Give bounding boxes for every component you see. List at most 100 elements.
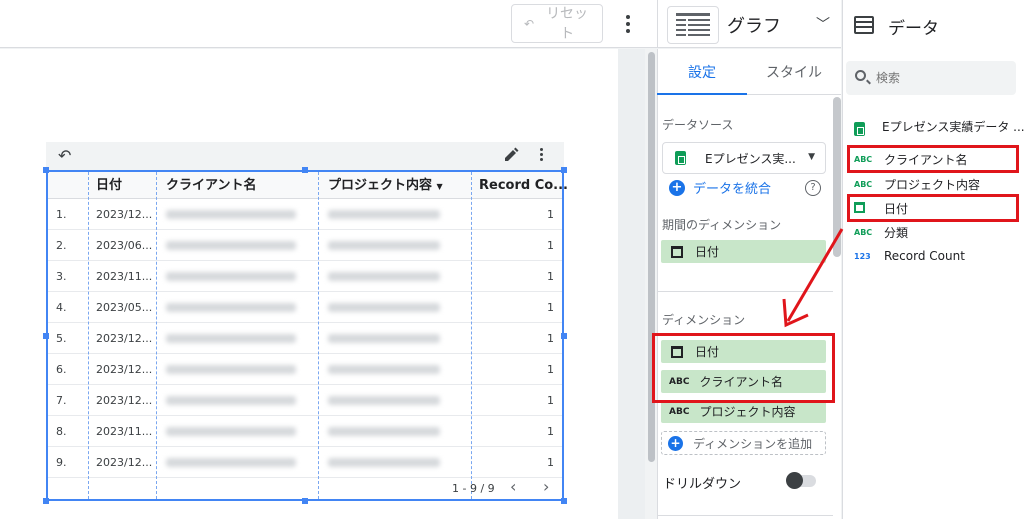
datasource-value: Eプレゼンス実... — [705, 152, 796, 166]
sheets-icon — [675, 151, 686, 165]
cell-client-blurred — [166, 334, 296, 343]
table-row[interactable]: 4. 2023/05... 1 — [48, 292, 562, 323]
cell-project-blurred — [328, 272, 440, 281]
datasource-select[interactable]: Eプレゼンス実... ▼ — [662, 142, 826, 174]
data-panel-title: データ — [888, 19, 939, 39]
cell-project-blurred — [328, 458, 440, 467]
datasource-item[interactable]: Eプレゼンス実績データ ... — [854, 118, 1024, 136]
edit-pencil-icon[interactable] — [502, 146, 520, 164]
cell-date: 2023/12... — [96, 208, 153, 221]
text-type-icon: ABC — [854, 180, 873, 189]
reset-button[interactable]: ↶ リセット — [511, 4, 603, 43]
cell-record-count: 1 — [547, 208, 554, 221]
row-number: 9. — [56, 456, 67, 469]
tab-style[interactable]: スタイル — [747, 49, 841, 95]
cell-date: 2023/12... — [96, 456, 153, 469]
cell-client-blurred — [166, 396, 296, 405]
drilldown-toggle[interactable] — [786, 472, 816, 489]
number-type-icon: 123 — [854, 251, 871, 261]
resize-handle[interactable] — [561, 498, 567, 504]
table-row[interactable]: 9. 2023/12... 1 — [48, 447, 562, 478]
data-table[interactable]: 日付 クライアント名 プロジェクト内容 ▼ Record Co... 1. 202… — [46, 170, 568, 501]
tab-setup[interactable]: 設定 — [657, 49, 747, 95]
add-dimension-button[interactable]: + ディメンションを追加 — [661, 431, 826, 455]
drilldown-label: ドリルダウン — [663, 477, 742, 492]
cell-client-blurred — [166, 365, 296, 374]
field-name: Record Count — [884, 249, 965, 263]
cell-project-blurred — [328, 396, 440, 405]
resize-handle[interactable] — [43, 498, 49, 504]
pagination-label: 1 - 9 / 9 — [452, 482, 495, 495]
table-row[interactable]: 3. 2023/11... 1 — [48, 261, 562, 292]
resize-handle[interactable] — [302, 498, 308, 504]
field-item[interactable]: ABC 分類 — [854, 224, 908, 241]
undo-icon[interactable]: ↶ — [58, 146, 71, 165]
section-divider — [657, 515, 833, 516]
next-page-icon[interactable]: › — [543, 477, 549, 496]
cell-client-blurred — [166, 272, 296, 281]
search-input[interactable] — [876, 69, 1006, 87]
column-header-project-label: プロジェクト内容 — [328, 178, 433, 193]
row-number: 4. — [56, 301, 67, 314]
cell-record-count: 1 — [547, 456, 554, 469]
chart-type-label[interactable]: グラフ — [727, 12, 781, 38]
cell-client-blurred — [166, 241, 296, 250]
cell-date: 2023/12... — [96, 394, 153, 407]
resize-handle[interactable] — [561, 333, 567, 339]
cell-project-blurred — [328, 334, 440, 343]
search-icon — [855, 70, 866, 81]
blend-data-button[interactable]: + データを統合 — [669, 178, 771, 197]
field-search[interactable] — [846, 61, 1016, 95]
cell-project-blurred — [328, 210, 440, 219]
column-header-record-count[interactable]: Record Co... — [479, 172, 568, 199]
table-row[interactable]: 5. 2023/12... 1 — [48, 323, 562, 354]
table-row[interactable]: 1. 2023/12... 1 — [48, 199, 562, 230]
field-item[interactable]: ABC プロジェクト内容 — [854, 176, 980, 193]
column-header-client[interactable]: クライアント名 — [166, 172, 256, 199]
chevron-down-icon[interactable]: ﹀ — [816, 14, 830, 34]
row-number: 5. — [56, 332, 67, 345]
row-number: 2. — [56, 239, 67, 252]
row-number: 3. — [56, 270, 67, 283]
dimension-chip-project[interactable]: ABC プロジェクト内容 — [661, 400, 826, 423]
text-type-icon: ABC — [854, 228, 873, 237]
table-row[interactable]: 7. 2023/12... 1 — [48, 385, 562, 416]
add-icon: + — [669, 179, 685, 196]
cell-client-blurred — [166, 458, 296, 467]
cell-date: 2023/12... — [96, 332, 153, 345]
cell-client-blurred — [166, 210, 296, 219]
row-number: 6. — [56, 363, 67, 376]
dimension-label: ディメンション — [662, 313, 746, 327]
resize-handle[interactable] — [561, 167, 567, 173]
row-number: 7. — [56, 394, 67, 407]
table-row[interactable]: 8. 2023/11... 1 — [48, 416, 562, 447]
dropdown-arrow-icon: ▼ — [808, 152, 815, 162]
widget-more-icon[interactable] — [536, 148, 546, 164]
help-icon[interactable]: ? — [805, 180, 821, 196]
cell-record-count: 1 — [547, 332, 554, 345]
resize-handle[interactable] — [43, 333, 49, 339]
more-menu-icon[interactable] — [620, 12, 636, 36]
data-table-icon — [854, 16, 874, 34]
sheets-icon — [854, 121, 865, 136]
cell-record-count: 1 — [547, 301, 554, 314]
highlight-box — [847, 194, 1019, 222]
cell-project-blurred — [328, 365, 440, 374]
resize-handle[interactable] — [302, 167, 308, 173]
reset-label: リセット — [546, 5, 589, 42]
table-row[interactable]: 6. 2023/12... 1 — [48, 354, 562, 385]
column-header-project[interactable]: プロジェクト内容 ▼ — [328, 172, 443, 199]
cell-client-blurred — [166, 303, 296, 312]
row-number: 1. — [56, 208, 67, 221]
prev-page-icon[interactable]: ‹ — [510, 477, 516, 496]
period-dimension-value: 日付 — [695, 245, 720, 259]
highlight-box — [652, 333, 835, 403]
table-chart-icon[interactable] — [667, 6, 719, 44]
cell-record-count: 1 — [547, 363, 554, 376]
column-header-date[interactable]: 日付 — [96, 172, 122, 199]
field-item[interactable]: 123 Record Count — [854, 249, 965, 263]
resize-handle[interactable] — [43, 167, 49, 173]
table-row[interactable]: 2. 2023/06... 1 — [48, 230, 562, 261]
cell-date: 2023/12... — [96, 363, 153, 376]
cell-date: 2023/11... — [96, 270, 153, 283]
